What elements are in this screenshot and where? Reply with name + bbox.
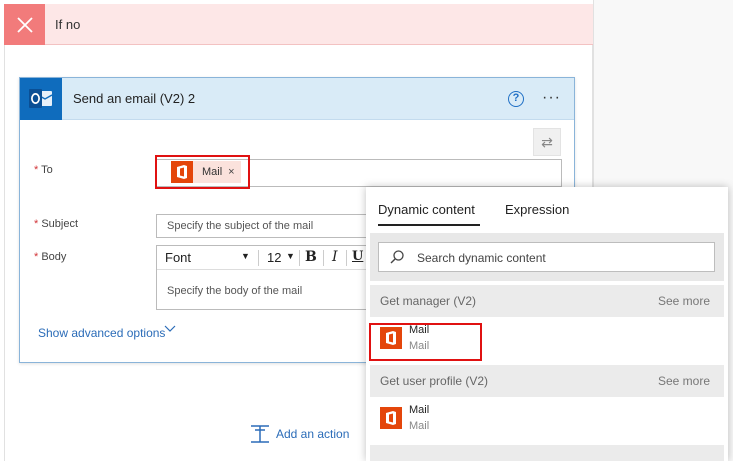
body-label-text: Body — [41, 251, 67, 263]
help-icon[interactable]: ? — [508, 91, 524, 107]
flow-designer: If no Send an email (V2) 2 ? ··· ⇄ * To — [0, 0, 733, 461]
search-input[interactable]: Search dynamic content — [378, 242, 715, 272]
group-get-manager: Get manager (V2) See more — [370, 285, 724, 317]
see-more-link[interactable]: See more — [658, 294, 710, 308]
if-no-header[interactable]: If no — [4, 4, 593, 45]
toolbar-divider — [258, 250, 259, 266]
body-label: * Body — [34, 251, 66, 263]
chevron-down-icon[interactable]: ▼ — [286, 251, 295, 261]
active-tab-indicator — [378, 224, 480, 226]
to-label-text: To — [41, 164, 53, 176]
add-action-icon — [251, 425, 269, 443]
required-mark: * — [34, 218, 39, 230]
card-title: Send an email (V2) 2 — [73, 91, 196, 106]
more-options-icon[interactable]: ··· — [542, 90, 561, 106]
outlook-icon — [20, 78, 62, 120]
toolbar-divider — [323, 250, 324, 266]
group-get-user-profile: Get user profile (V2) See more — [370, 365, 724, 397]
search-area: Search dynamic content — [370, 233, 724, 281]
underline-button[interactable]: U — [352, 249, 363, 264]
office-icon — [380, 407, 402, 429]
required-mark: * — [34, 164, 39, 176]
bold-button[interactable]: B — [305, 249, 317, 265]
tab-expression[interactable]: Expression — [505, 202, 569, 217]
tab-dynamic-content[interactable]: Dynamic content — [378, 202, 475, 217]
if-no-title: If no — [55, 17, 81, 32]
toolbar-divider — [299, 250, 300, 266]
font-size-select[interactable]: 12 — [267, 250, 281, 265]
italic-button[interactable]: I — [332, 249, 338, 265]
show-advanced-options-link[interactable]: Show advanced options — [38, 326, 165, 340]
item-description: Mail — [409, 420, 430, 432]
chevron-down-icon[interactable]: ▼ — [241, 251, 250, 261]
required-mark: * — [34, 251, 39, 263]
chevron-down-icon[interactable] — [164, 324, 176, 336]
item-name: Mail — [409, 404, 430, 416]
add-action-button[interactable]: Add an action — [250, 424, 349, 444]
group-title: Get user profile (V2) — [380, 374, 489, 388]
subject-label: * Subject — [34, 218, 78, 230]
token-highlight-box — [155, 155, 250, 189]
toolbar-divider — [346, 250, 347, 266]
group-partial — [370, 445, 724, 461]
see-more-link[interactable]: See more — [658, 374, 710, 388]
add-action-label: Add an action — [276, 427, 350, 441]
swap-mode-button[interactable]: ⇄ — [533, 128, 561, 156]
font-select[interactable]: Font — [165, 250, 191, 265]
body-placeholder: Specify the body of the mail — [167, 285, 303, 297]
search-placeholder: Search dynamic content — [417, 251, 546, 265]
search-icon — [390, 250, 404, 264]
panel-tabs: Dynamic content Expression — [366, 187, 728, 227]
close-icon[interactable] — [4, 4, 45, 45]
dynamic-item-profile-mail[interactable]: Mail Mail — [370, 398, 724, 443]
to-label: * To — [34, 164, 53, 176]
subject-label-text: Subject — [41, 218, 79, 230]
group-title: Get manager (V2) — [380, 294, 477, 308]
item-highlight-box — [369, 323, 482, 361]
card-header[interactable]: Send an email (V2) 2 ? ··· — [20, 78, 574, 120]
